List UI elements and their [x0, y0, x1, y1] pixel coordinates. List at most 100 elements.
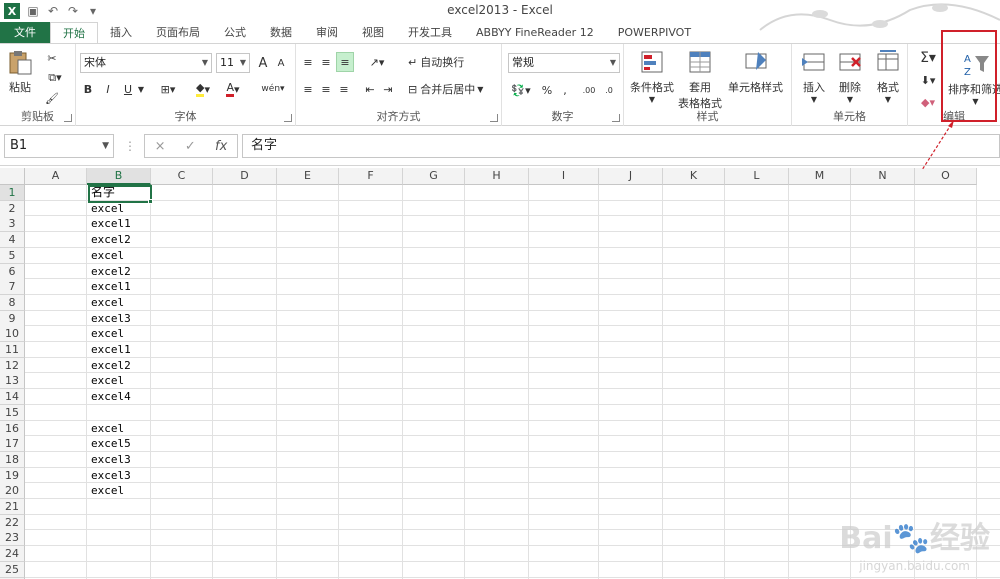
column-header-g[interactable]: G — [403, 168, 465, 185]
tab-file[interactable]: 文件 — [0, 22, 50, 44]
increase-decimal-button[interactable]: .00 — [580, 80, 598, 100]
row-header-7[interactable]: 7 — [0, 279, 25, 296]
delete-cells-button[interactable]: 删除 ▼ — [836, 48, 864, 104]
column-header-h[interactable]: H — [465, 168, 529, 185]
autosum-icon[interactable]: Σ▾ — [914, 48, 942, 68]
number-launcher-icon[interactable] — [612, 114, 620, 122]
enter-icon[interactable]: ✓ — [185, 139, 196, 154]
shrink-font-button[interactable]: A — [274, 53, 288, 73]
alignment-launcher-icon[interactable] — [490, 114, 498, 122]
bold-button[interactable]: B — [80, 79, 96, 99]
row-header-24[interactable]: 24 — [0, 546, 25, 563]
align-top-icon[interactable]: ≡ — [300, 52, 316, 72]
cell-b17[interactable]: excel5 — [89, 436, 151, 451]
select-all-corner[interactable] — [0, 168, 25, 185]
row-header-22[interactable]: 22 — [0, 514, 25, 531]
column-header-k[interactable]: K — [663, 168, 725, 185]
tab-insert[interactable]: 插入 — [98, 22, 144, 44]
row-header-5[interactable]: 5 — [0, 247, 25, 264]
fill-handle[interactable] — [148, 199, 153, 204]
row-header-6[interactable]: 6 — [0, 263, 25, 280]
orientation-icon[interactable]: ↗▾ — [364, 52, 390, 72]
cell-b19[interactable]: excel3 — [89, 468, 151, 483]
row-header-3[interactable]: 3 — [0, 216, 25, 233]
cell-b8[interactable]: excel — [89, 295, 151, 310]
row-header-1[interactable]: 1 — [0, 185, 25, 201]
row-header-25[interactable]: 25 — [0, 561, 25, 578]
row-header-14[interactable]: 14 — [0, 389, 25, 406]
decrease-indent-icon[interactable]: ⇤ — [362, 79, 378, 99]
cell-b9[interactable]: excel3 — [89, 311, 151, 326]
tab-abbyy[interactable]: ABBYY FineReader 12 — [464, 22, 606, 44]
italic-button[interactable]: I — [100, 79, 116, 99]
row-header-4[interactable]: 4 — [0, 232, 25, 249]
row-header-17[interactable]: 17 — [0, 436, 25, 453]
column-header-l[interactable]: L — [725, 168, 789, 185]
name-box[interactable]: B1 ▼ — [4, 134, 114, 158]
tab-developer[interactable]: 开发工具 — [396, 22, 464, 44]
row-header-16[interactable]: 16 — [0, 420, 25, 437]
row-header-23[interactable]: 23 — [0, 530, 25, 547]
row-header-10[interactable]: 10 — [0, 326, 25, 343]
row-header-11[interactable]: 11 — [0, 342, 25, 358]
borders-icon[interactable]: ⊞▾ — [156, 79, 180, 99]
format-painter-icon[interactable]: 🖌 — [42, 88, 62, 108]
column-header-c[interactable]: C — [151, 168, 213, 185]
copy-icon[interactable]: ⧉▾ — [42, 68, 68, 88]
font-launcher-icon[interactable] — [284, 114, 292, 122]
tab-view[interactable]: 视图 — [350, 22, 396, 44]
column-header-a[interactable]: A — [25, 168, 87, 185]
cell-b7[interactable]: excel1 — [89, 279, 151, 294]
wrap-text-button[interactable]: ↵ 自动换行 — [408, 52, 488, 72]
row-header-12[interactable]: 12 — [0, 357, 25, 374]
font-size-select[interactable]: 11 ▼ — [216, 53, 250, 73]
row-header-13[interactable]: 13 — [0, 373, 25, 390]
tab-powerpivot[interactable]: POWERPIVOT — [606, 22, 703, 44]
conditional-formatting-button[interactable]: 条件格式 ▼ — [630, 48, 674, 104]
increase-indent-icon[interactable]: ⇥ — [380, 79, 396, 99]
column-header-j[interactable]: J — [599, 168, 663, 185]
row-header-18[interactable]: 18 — [0, 451, 25, 468]
fill-color-icon[interactable]: ◆ ▾ — [190, 79, 216, 99]
cell-b16[interactable]: excel — [89, 421, 151, 436]
insert-function-icon[interactable]: fx — [215, 139, 227, 154]
cell-b3[interactable]: excel1 — [89, 216, 151, 231]
font-name-select[interactable]: 宋体 ▼ — [80, 53, 212, 73]
format-cells-button[interactable]: 格式 ▼ — [874, 48, 902, 104]
column-header-b[interactable]: B — [87, 168, 151, 185]
column-header-e[interactable]: E — [277, 168, 339, 185]
tab-data[interactable]: 数据 — [258, 22, 304, 44]
align-middle-icon[interactable]: ≡ — [318, 52, 334, 72]
cell-b5[interactable]: excel — [89, 248, 151, 263]
cell-b18[interactable]: excel3 — [89, 452, 151, 467]
align-left-icon[interactable]: ≡ — [300, 79, 316, 99]
tab-formulas[interactable]: 公式 — [212, 22, 258, 44]
insert-cells-button[interactable]: 插入 ▼ — [800, 48, 828, 104]
accounting-format-icon[interactable]: 💱▾ — [508, 80, 534, 100]
clipboard-launcher-icon[interactable] — [64, 114, 72, 122]
row-header-9[interactable]: 9 — [0, 310, 25, 327]
cell-b15[interactable] — [89, 405, 151, 420]
underline-button[interactable]: U — [120, 79, 136, 99]
percent-button[interactable]: % — [540, 80, 554, 100]
row-header-2[interactable]: 2 — [0, 200, 25, 217]
cell-b6[interactable]: excel2 — [89, 264, 151, 279]
cell-b12[interactable]: excel2 — [89, 358, 151, 373]
row-header-15[interactable]: 15 — [0, 404, 25, 421]
column-header-m[interactable]: M — [789, 168, 851, 185]
tab-home[interactable]: 开始 — [50, 22, 98, 44]
column-header-d[interactable]: D — [213, 168, 277, 185]
grow-font-button[interactable]: A — [256, 53, 270, 73]
column-header-f[interactable]: F — [339, 168, 403, 185]
paste-button[interactable]: 粘贴 — [6, 48, 34, 95]
fill-icon[interactable]: ⬇▾ — [914, 70, 942, 90]
row-header-19[interactable]: 19 — [0, 467, 25, 484]
merge-center-button[interactable]: ⊟ 合并后居中 ▼ — [408, 79, 500, 99]
cell-b14[interactable]: excel4 — [89, 389, 151, 404]
formula-input[interactable]: 名字 — [242, 134, 1000, 158]
phonetic-button[interactable]: wén ▾ — [258, 79, 288, 99]
underline-dropdown-icon[interactable]: ▼ — [136, 79, 146, 99]
row-header-21[interactable]: 21 — [0, 499, 25, 515]
align-bottom-icon[interactable]: ≡ — [336, 52, 354, 72]
align-center-icon[interactable]: ≡ — [318, 79, 334, 99]
